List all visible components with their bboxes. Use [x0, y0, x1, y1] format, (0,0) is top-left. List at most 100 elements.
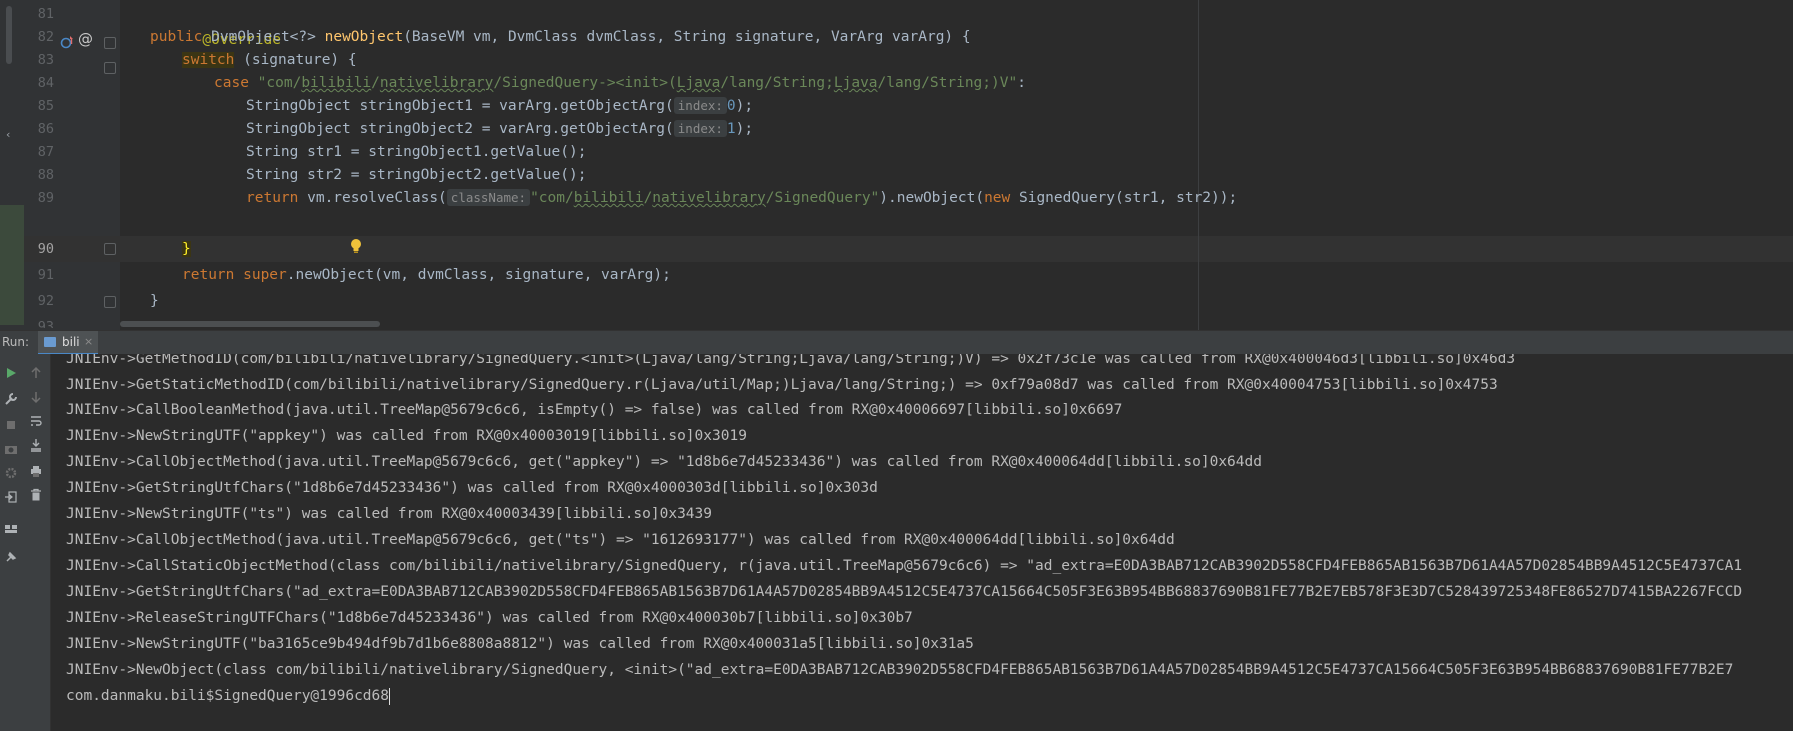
- chevron-icon: ‹: [5, 128, 12, 141]
- line-number: 92: [37, 293, 54, 309]
- string: "com/: [530, 190, 574, 206]
- code-text: (signature) {: [234, 52, 357, 68]
- parameter-hint: index:: [673, 120, 727, 137]
- number: 0: [726, 98, 736, 114]
- string: bilibili: [573, 190, 644, 206]
- keyword: super: [243, 267, 287, 283]
- scroll-to-end-icon[interactable]: [29, 438, 43, 452]
- params: (BaseVM vm, DvmClass dvmClass, String si…: [403, 29, 971, 45]
- string: "com/: [257, 75, 302, 91]
- run-icon[interactable]: [4, 366, 18, 380]
- keyword: public: [150, 29, 212, 45]
- console-line: JNIEnv->GetStaticMethodID(com/bilibili/n…: [66, 377, 1498, 393]
- changed-lines-marker: [0, 205, 24, 325]
- run-config-icon: [44, 337, 56, 347]
- console-line: JNIEnv->CallObjectMethod(java.util.TreeM…: [66, 532, 1175, 548]
- code-text: );: [735, 98, 754, 114]
- code-text: );: [735, 121, 754, 137]
- console-line: JNIEnv->NewStringUTF("ts") was called fr…: [66, 506, 713, 522]
- string: nativelibrary: [379, 75, 494, 91]
- trash-icon[interactable]: [29, 488, 43, 502]
- string: /: [643, 190, 653, 206]
- run-tab-label: bili: [62, 335, 80, 349]
- code-editor[interactable]: ‹ 81 82 83 84 85 86 87 88 89 90 91 92 93…: [0, 0, 1793, 330]
- console-line: JNIEnv->NewObject(class com/bilibili/nat…: [66, 662, 1734, 678]
- run-console[interactable]: JNIEnv->GetMethodID(com/bilibili/nativel…: [0, 354, 1793, 731]
- console-result: com.danmaku.bili$SignedQuery@1996cd68: [66, 688, 390, 704]
- code-line-89: return vm.resolveClass(className: "com/bi…: [246, 185, 1237, 211]
- code-text: StringObject stringObject2 = varArg.getO…: [246, 121, 674, 137]
- string: /lang/String;: [720, 75, 834, 91]
- console-line: JNIEnv->NewStringUTF("ba3165ce9b494df9b7…: [66, 636, 974, 652]
- parameter-hint: index:: [673, 97, 727, 114]
- keyword: case: [214, 75, 258, 91]
- keyword: switch: [182, 52, 235, 68]
- code-text: StringObject stringObject1 = varArg.getO…: [246, 98, 674, 114]
- matched-brace: }: [182, 241, 191, 257]
- console-output-last: com.danmaku.bili$SignedQuery@1996cd68: [66, 683, 391, 709]
- keyword: return: [246, 190, 308, 206]
- code-line-91: return super.newObject(vm, dvmClass, sig…: [182, 262, 671, 288]
- arrow-up-icon[interactable]: [29, 366, 43, 380]
- code-text: vm.resolveClass(: [307, 190, 447, 206]
- string: /SignedQuery": [765, 190, 880, 206]
- editor-left-strip: ‹: [0, 0, 24, 330]
- line-number: 93: [37, 319, 54, 328]
- string: bilibili: [301, 75, 372, 91]
- console-line: JNIEnv->ReleaseStringUTFChars("1d8b6e7d4…: [66, 610, 913, 626]
- project-panel-stripe: [6, 6, 12, 64]
- wrench-icon[interactable]: [4, 392, 18, 406]
- code-text: ).newObject(: [879, 190, 985, 206]
- code-text: .newObject(vm, dvmClass, signature, varA…: [286, 267, 671, 283]
- fold-marker[interactable]: [104, 296, 116, 308]
- soft-wrap-icon[interactable]: [29, 414, 43, 428]
- override-at-icon[interactable]: @: [78, 30, 93, 48]
- console-line: JNIEnv->GetStringUtfChars("ad_extra=E0DA…: [66, 584, 1743, 600]
- console-line: JNIEnv->CallBooleanMethod(java.util.Tree…: [66, 402, 1123, 418]
- lightbulb-icon[interactable]: [350, 238, 362, 254]
- run-tab-bili[interactable]: bili ×: [38, 331, 98, 355]
- parameter-hint: className:: [446, 189, 531, 206]
- console-line: JNIEnv->NewStringUTF("appkey") was calle…: [66, 428, 747, 444]
- fold-marker[interactable]: [104, 37, 116, 49]
- method-name: newObject: [324, 29, 404, 45]
- code-line-90: }: [182, 236, 191, 262]
- exit-icon[interactable]: [4, 490, 18, 504]
- text-cursor: [389, 687, 391, 705]
- layout-icon[interactable]: [4, 522, 18, 536]
- camera-icon[interactable]: [4, 442, 18, 456]
- pin-icon[interactable]: [4, 550, 18, 564]
- print-icon[interactable]: [29, 464, 43, 478]
- console-line: JNIEnv->GetStringUtfChars("1d8b6e7d45233…: [66, 480, 878, 496]
- close-icon[interactable]: ×: [84, 335, 93, 348]
- string: /SignedQuery-><init>(: [493, 75, 677, 91]
- run-label: Run:: [2, 335, 30, 349]
- string: Ljava: [833, 75, 878, 91]
- line-number: 89: [37, 190, 54, 206]
- console-line: JNIEnv->CallObjectMethod(java.util.TreeM…: [66, 454, 1262, 470]
- run-tool-window-header: Run: bili ×: [0, 330, 1793, 356]
- string: nativelibrary: [652, 190, 766, 206]
- code-line-92: }: [150, 288, 159, 314]
- stop-icon[interactable]: [4, 418, 18, 432]
- code-text: SignedQuery(str1, str2));: [1018, 190, 1238, 206]
- fold-marker[interactable]: [104, 62, 116, 74]
- console-line: JNIEnv->CallStaticObjectMethod(class com…: [66, 558, 1743, 574]
- string: Ljava: [676, 75, 721, 91]
- run-toolbar-primary: [0, 354, 22, 731]
- line-number-current: 90: [37, 241, 54, 257]
- number: 1: [726, 121, 736, 137]
- type: DvmObject<?>: [211, 29, 325, 45]
- keyword: return: [182, 267, 244, 283]
- code-text: }: [150, 293, 159, 309]
- string: /: [371, 75, 380, 91]
- gear-icon[interactable]: [4, 466, 18, 480]
- arrow-down-icon[interactable]: [29, 390, 43, 404]
- horizontal-scrollbar[interactable]: [120, 321, 380, 327]
- console-line: JNIEnv->GetMethodID(com/bilibili/nativel…: [66, 354, 1516, 367]
- run-toolbar-secondary: [22, 354, 51, 731]
- fold-marker[interactable]: [104, 243, 116, 255]
- string: /lang/String;)V": [877, 75, 1018, 91]
- implements-method-icon[interactable]: [60, 34, 76, 50]
- code-area[interactable]: @Override public DvmObject<?> newObject(…: [120, 0, 1793, 330]
